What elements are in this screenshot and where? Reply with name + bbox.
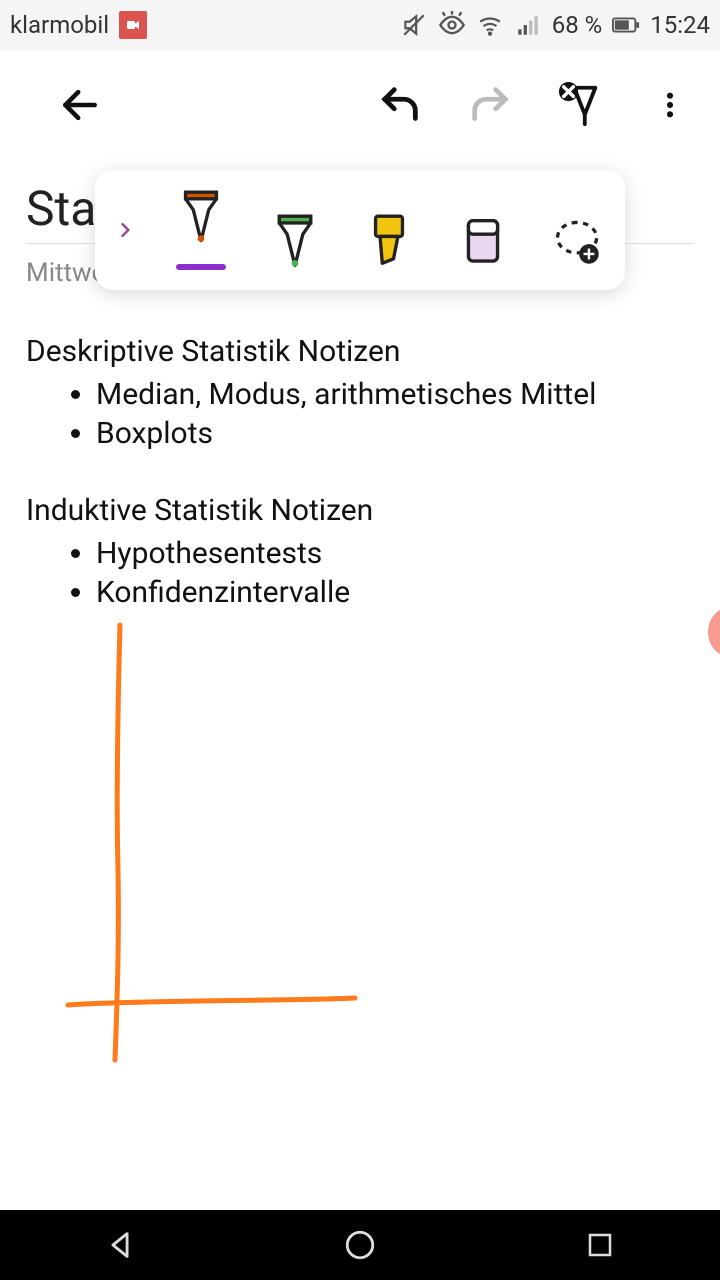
clock-label: 15:24 bbox=[650, 11, 710, 39]
battery-icon bbox=[612, 11, 640, 39]
nav-back-button[interactable] bbox=[85, 1220, 155, 1270]
pen-toolbar bbox=[95, 170, 625, 290]
exit-drawing-button[interactable] bbox=[550, 75, 610, 135]
ink-drawing[interactable] bbox=[60, 620, 420, 1090]
battery-pct: 68 % bbox=[552, 11, 603, 39]
lasso-add-tool[interactable] bbox=[547, 190, 607, 270]
android-nav-bar bbox=[0, 1210, 720, 1280]
nav-recent-button[interactable] bbox=[565, 1220, 635, 1270]
pen-tool-red[interactable] bbox=[171, 190, 231, 270]
list-item[interactable]: Hypothesentests bbox=[96, 534, 694, 573]
nav-home-button[interactable] bbox=[325, 1220, 395, 1270]
list-item[interactable]: Median, Modus, arithmetisches Mittel bbox=[96, 375, 694, 414]
back-button[interactable] bbox=[50, 75, 110, 135]
list-item[interactable]: Boxplots bbox=[96, 414, 694, 453]
signal-icon bbox=[514, 11, 542, 39]
more-options-button[interactable] bbox=[640, 75, 700, 135]
highlighter-tool[interactable] bbox=[359, 190, 419, 270]
eraser-tool[interactable] bbox=[453, 190, 513, 270]
section-heading-1[interactable]: Induktive Statistik Notizen bbox=[26, 493, 694, 528]
mute-icon bbox=[400, 11, 428, 39]
pen-tool-green[interactable] bbox=[265, 190, 325, 270]
wifi-icon bbox=[476, 11, 504, 39]
section-list-0[interactable]: Median, Modus, arithmetisches Mittel Box… bbox=[96, 375, 694, 453]
list-item[interactable]: Konfidenzintervalle bbox=[96, 573, 694, 612]
eye-icon bbox=[438, 11, 466, 39]
section-list-1[interactable]: Hypothesentests Konfidenzintervalle bbox=[96, 534, 694, 612]
collapse-toolbar-button[interactable] bbox=[113, 216, 137, 244]
edge-record-bubble[interactable] bbox=[708, 608, 720, 656]
redo-button[interactable] bbox=[460, 75, 520, 135]
carrier-label: klarmobil bbox=[10, 11, 109, 39]
app-bar bbox=[0, 50, 720, 160]
status-bar: klarmobil 68 % 15:24 bbox=[0, 0, 720, 50]
section-heading-0[interactable]: Deskriptive Statistik Notizen bbox=[26, 334, 694, 369]
recording-app-icon bbox=[119, 11, 147, 39]
undo-button[interactable] bbox=[370, 75, 430, 135]
